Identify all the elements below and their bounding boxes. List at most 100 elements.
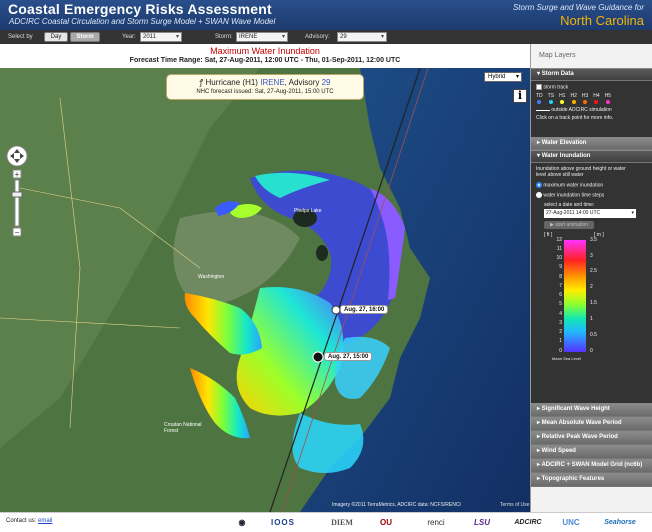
m-tick: 2.5 — [590, 268, 597, 275]
terms-link[interactable]: Terms of Use — [500, 502, 529, 508]
start-animation-label: start animation — [555, 221, 589, 228]
map-title-block: Maximum Water Inundation Forecast Time R… — [0, 44, 530, 68]
storm-toggle[interactable]: Storm — [70, 32, 100, 42]
year-select[interactable]: 2011 — [140, 32, 182, 42]
m-tick: 0.5 — [590, 331, 597, 338]
globe-logo-icon[interactable]: ◉ — [232, 516, 252, 530]
day-toggle[interactable]: Day — [44, 32, 68, 42]
forecast-issued: NHC forecast issued: Sat, 27-Aug-2011, 1… — [196, 89, 334, 95]
time-steps-radio[interactable] — [536, 192, 542, 199]
app-title: Coastal Emergency Risks Assessment — [8, 1, 272, 17]
ft-tick: 5 — [559, 301, 562, 308]
category-td: TD — [536, 93, 543, 105]
max-inundation-radio[interactable] — [536, 182, 542, 188]
storm-data-body: storm track TD TS H1 H2 H3 H4 H5 outside ADCIR… — [531, 81, 652, 137]
inundation-description: Inundation above ground height or water … — [536, 166, 626, 178]
map-canvas[interactable] — [0, 68, 530, 512]
svg-text:−: − — [15, 228, 20, 237]
ft-tick: 11 — [556, 245, 562, 252]
water-inundation-body: Inundation above ground height or water … — [531, 163, 652, 403]
lsu-logo[interactable]: LSU — [462, 516, 502, 530]
water-inundation-label: Water Inundation — [541, 153, 591, 159]
track-point-1500[interactable] — [312, 351, 324, 363]
contact-label: Contact us: — [6, 518, 37, 524]
renci-logo[interactable]: renci — [416, 516, 456, 530]
inundation-legend: [ ft ] [ m ] 12 11 10 9 8 7 6 5 4 3 2 1 0 3.5 3 2.5 2 1.… — [536, 232, 647, 366]
outside-label: outside ADCIRC simulation — [551, 107, 612, 114]
ft-tick: 4 — [559, 310, 562, 317]
layer-topographic-features[interactable]: ▸ Topographic Features — [531, 473, 652, 487]
selection-toolbar: Select by Day Storm Year: 2011 Storm: IR… — [0, 30, 652, 44]
category-legend: TD TS H1 H2 H3 H4 H5 — [536, 93, 647, 105]
track-label-1500: Aug. 27, 15:00 — [324, 352, 373, 361]
advisory-select[interactable]: 29 — [337, 32, 387, 42]
track-point-1600[interactable] — [331, 305, 341, 315]
footer: Contact us: email ◉ IOOS DIEM OU renci L… — [0, 512, 652, 532]
category-ts: TS — [548, 93, 554, 105]
map-title: Maximum Water Inundation — [210, 46, 320, 56]
ft-tick: 8 — [559, 273, 562, 280]
contact: Contact us: email — [6, 518, 52, 524]
hurricane-icon: ꝭ — [199, 78, 204, 87]
mean-sea-level-label: Mean Sea Level — [552, 355, 581, 361]
place-phelps-lake: Phelps Lake — [294, 208, 322, 214]
advisory-label: Advisory: — [305, 34, 330, 40]
forecast-range: Forecast Time Range: Sat, 27-Aug-2011, 1… — [129, 57, 401, 64]
place-washington: Washington — [198, 274, 225, 280]
layer-mean-absolute-wave-period[interactable]: ▸ Mean Absolute Wave Period — [531, 417, 652, 431]
storm-data-label: Storm Data — [541, 71, 574, 77]
storm-select[interactable]: IRENE — [236, 32, 288, 42]
category-h1: H1 — [559, 93, 565, 105]
water-elevation-label: Water Elevation — [541, 140, 587, 146]
ft-tick: 9 — [559, 264, 562, 271]
m-tick: 3.5 — [590, 236, 597, 243]
layer-wind-speed[interactable]: ▸ Wind Speed — [531, 445, 652, 459]
legend-colorbar — [564, 239, 586, 352]
chevron-down-icon: ▾ — [631, 209, 634, 216]
year-label: Year: — [122, 34, 136, 40]
layer-significant-wave-height[interactable]: ▸ Significant Wave Height — [531, 403, 652, 417]
m-tick: 3 — [590, 252, 593, 259]
m-tick: 2 — [590, 284, 593, 291]
email-link[interactable]: email — [38, 518, 52, 524]
storm-data-header[interactable]: ▾ Storm Data — [531, 68, 652, 81]
seahorse-logo[interactable]: Seahorse — [592, 516, 648, 530]
layer-adcirc-swan-model-grid-nc6b-[interactable]: ▸ ADCIRC + SWAN Model Grid (nc6b) — [531, 459, 652, 473]
m-tick: 0 — [590, 347, 593, 354]
svg-text:+: + — [15, 170, 20, 179]
diem-logo[interactable]: DIEM — [312, 516, 372, 530]
ft-tick: 7 — [559, 282, 562, 289]
map-type-select[interactable]: Hybrid — [484, 72, 522, 82]
storm-track-label: storm track — [543, 84, 569, 91]
guidance-label: Storm Surge and Wave Guidance for — [512, 3, 644, 12]
map-layers-panel: Map Layers ▾ Storm Data storm track TD TS… — [530, 44, 652, 512]
ioos-logo[interactable]: IOOS — [258, 516, 308, 530]
storm-field-label: Storm: — [215, 34, 233, 40]
layer-relative-peak-wave-period[interactable]: ▸ Relative Peak Wave Period — [531, 431, 652, 445]
layer-list: ▸ Significant Wave Height ▸ Mean Absolute… — [531, 403, 652, 487]
map-layers-title: Map Layers — [539, 52, 576, 59]
category-h5: H5 — [605, 93, 611, 105]
unc-logo[interactable]: UNC — [556, 516, 586, 530]
date-select[interactable]: 27-Aug-2011 14:00 UTC ▾ — [544, 208, 636, 218]
map-view[interactable]: + − Hybrid i Aug. 27, 16:00 Aug. 27, 15:… — [0, 68, 530, 512]
zoom-handle[interactable] — [11, 191, 23, 198]
water-elevation-header[interactable]: ▸ Water Elevation — [531, 137, 652, 150]
start-animation-button[interactable]: ▶ start animation — [544, 220, 595, 229]
storm-track-checkbox[interactable] — [536, 84, 542, 90]
map-credit: Imagery ©2011 TerraMetrics, ADCIRC data:… — [332, 502, 461, 508]
advisory-text: , Advisory — [284, 78, 320, 87]
adcirc-logo[interactable]: ADCIRC — [506, 516, 550, 530]
ft-tick: 0 — [559, 347, 562, 354]
time-steps-label: water inundation time steps — [543, 192, 605, 199]
app-header: Coastal Emergency Risks Assessment ADCIR… — [0, 0, 652, 30]
ft-tick: 2 — [559, 329, 562, 336]
region-title: North Carolina — [560, 13, 644, 28]
zoom-slider[interactable]: + − — [4, 144, 30, 244]
info-icon[interactable]: i — [513, 89, 527, 103]
m-tick: 1 — [590, 315, 593, 322]
track-label-1600: Aug. 27, 16:00 — [340, 305, 389, 314]
water-inundation-header[interactable]: ▾ Water Inundation — [531, 150, 652, 163]
ou-logo[interactable]: OU — [376, 516, 396, 530]
ft-tick: 10 — [556, 255, 562, 262]
